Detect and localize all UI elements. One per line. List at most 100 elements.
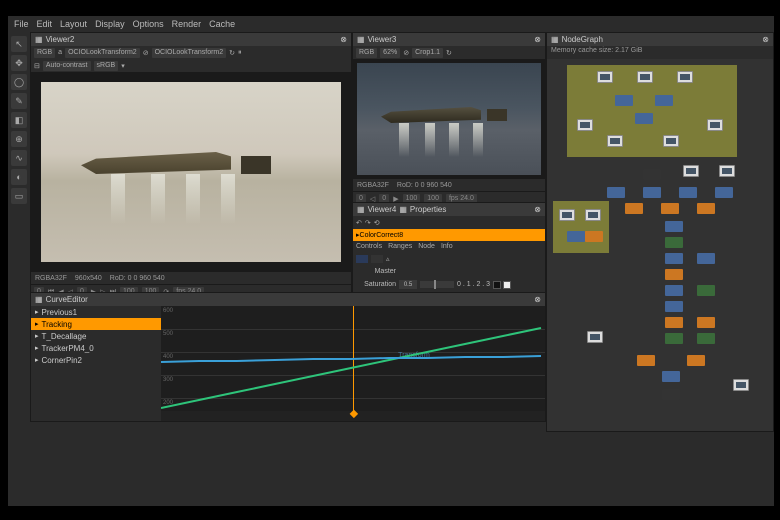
pause-icon[interactable]: ⏸ (238, 49, 242, 57)
close-icon[interactable]: ⊗ (340, 35, 347, 44)
color-node[interactable] (697, 317, 715, 328)
gain-icon[interactable]: ⊟ (34, 62, 40, 70)
refresh-icon[interactable]: ↻ (229, 49, 235, 57)
read-node[interactable] (577, 119, 593, 131)
color-node[interactable] (661, 203, 679, 214)
dodge-tool-icon[interactable]: ◐ (11, 169, 27, 185)
nodegraph-tab[interactable]: ▦ NodeGraph ⊗ (547, 33, 773, 46)
write-node[interactable] (733, 379, 749, 391)
menu-options[interactable]: Options (133, 19, 164, 29)
link-icon[interactable]: ⊘ (403, 49, 409, 57)
zoom-field[interactable]: 62% (380, 48, 400, 58)
midtone-swatch[interactable] (371, 255, 383, 263)
nodegraph-canvas[interactable] (547, 59, 773, 431)
merge-node[interactable] (662, 371, 680, 382)
brush-tool-icon[interactable]: ✎ (11, 93, 27, 109)
menu-display[interactable]: Display (95, 19, 125, 29)
highlight-swatch[interactable] (356, 255, 368, 263)
menu-file[interactable]: File (14, 19, 29, 29)
read-node[interactable] (559, 209, 575, 221)
viewer2-tab[interactable]: ▦ Viewer2 ⊗ (31, 33, 351, 46)
color-node[interactable] (637, 355, 655, 366)
color-node[interactable] (687, 355, 705, 366)
x-ruler[interactable] (161, 411, 545, 421)
clone-tool-icon[interactable]: ⊕ (11, 131, 27, 147)
viewer2-viewport[interactable] (31, 72, 351, 272)
merge-node[interactable] (665, 301, 683, 312)
merge-node[interactable] (643, 187, 661, 198)
curve-item[interactable]: T_Decallage (31, 330, 161, 342)
restore-icon[interactable]: ⟲ (374, 219, 380, 227)
layer-select[interactable]: RGB (34, 48, 55, 58)
move-tool-icon[interactable]: ✥ (11, 55, 27, 71)
expand-icon[interactable]: ▵ (386, 255, 390, 263)
merge-node[interactable] (635, 113, 653, 124)
colorspace-select[interactable]: sRGB (94, 61, 119, 71)
viewer3-tab[interactable]: ▦ Viewer3 ⊗ (353, 33, 545, 46)
curve-item[interactable]: Tracking (31, 318, 161, 330)
write-node[interactable] (587, 331, 603, 343)
menu-layout[interactable]: Layout (60, 19, 87, 29)
viewer3-viewport[interactable] (353, 59, 545, 179)
read-node[interactable] (637, 71, 653, 83)
tab-controls[interactable]: Controls (356, 243, 382, 250)
close-icon[interactable]: ⊗ (534, 35, 541, 44)
transform-node[interactable] (665, 333, 683, 344)
undo-icon[interactable]: ↶ (356, 219, 362, 227)
merge-node[interactable] (665, 285, 683, 296)
merge-node[interactable] (665, 221, 683, 232)
transform-node[interactable] (697, 333, 715, 344)
pointer-tool-icon[interactable]: ↖ (11, 36, 27, 52)
color-node[interactable] (665, 269, 683, 280)
merge-node[interactable] (615, 95, 633, 106)
read-node[interactable] (677, 71, 693, 83)
merge-node[interactable] (697, 253, 715, 264)
curve-item[interactable]: TrackerPM4_0 (31, 342, 161, 354)
close-icon[interactable]: ⊗ (534, 205, 541, 214)
merge-node[interactable] (567, 231, 585, 242)
smear-tool-icon[interactable]: ∿ (11, 150, 27, 166)
param-value[interactable]: 0.5 (399, 280, 417, 289)
color-tool-icon[interactable]: ▭ (11, 188, 27, 204)
transform-node[interactable] (665, 237, 683, 248)
transform-node[interactable] (697, 285, 715, 296)
merge-node[interactable] (607, 187, 625, 198)
tab-info[interactable]: Info (441, 243, 453, 250)
curve-item[interactable]: CornerPin2 (31, 354, 161, 366)
ocio-transform-a[interactable]: OCIOLookTransform2 (65, 48, 140, 58)
merge-node[interactable] (679, 187, 697, 198)
eraser-tool-icon[interactable]: ◧ (11, 112, 27, 128)
node-header[interactable]: ▸ ColorCorrect8 (353, 229, 545, 241)
read-node[interactable] (683, 165, 699, 177)
color-node[interactable] (585, 231, 603, 242)
merge-node[interactable] (665, 253, 683, 264)
link-icon[interactable]: ⊘ (143, 49, 149, 57)
color-node[interactable] (697, 203, 715, 214)
read-node[interactable] (719, 165, 735, 177)
playhead-marker-icon[interactable] (350, 410, 358, 418)
color-node[interactable] (625, 203, 643, 214)
dot-node[interactable] (643, 169, 661, 180)
read-node[interactable] (707, 119, 723, 131)
autocontrast-toggle[interactable]: Auto-contrast (43, 61, 91, 71)
redo-icon[interactable]: ↷ (365, 219, 371, 227)
param-slider[interactable] (420, 281, 454, 288)
read-node[interactable] (663, 135, 679, 147)
curve-graph[interactable]: 600 500 400 300 200 Transform (161, 306, 545, 421)
curve-item[interactable]: Previous1 (31, 306, 161, 318)
viewer-node[interactable] (662, 389, 680, 400)
read-node[interactable] (607, 135, 623, 147)
curveeditor-tab[interactable]: ▦ CurveEditor ⊗ (31, 293, 545, 306)
chevron-down-icon[interactable]: ▾ (121, 62, 125, 70)
ocio-transform-b[interactable]: OCIOLookTransform2 (152, 48, 227, 58)
roto-tool-icon[interactable]: ◯ (11, 74, 27, 90)
refresh-icon[interactable]: ↻ (446, 49, 452, 57)
tab-node[interactable]: Node (418, 243, 435, 250)
close-icon[interactable]: ⊗ (762, 35, 769, 44)
read-node[interactable] (597, 71, 613, 83)
read-node[interactable] (585, 209, 601, 221)
menu-cache[interactable]: Cache (209, 19, 235, 29)
viewer4-tab[interactable]: ▦ Viewer4 ▦ Properties ⊗ (353, 203, 545, 216)
close-icon[interactable]: ⊗ (534, 295, 541, 304)
menu-render[interactable]: Render (172, 19, 202, 29)
